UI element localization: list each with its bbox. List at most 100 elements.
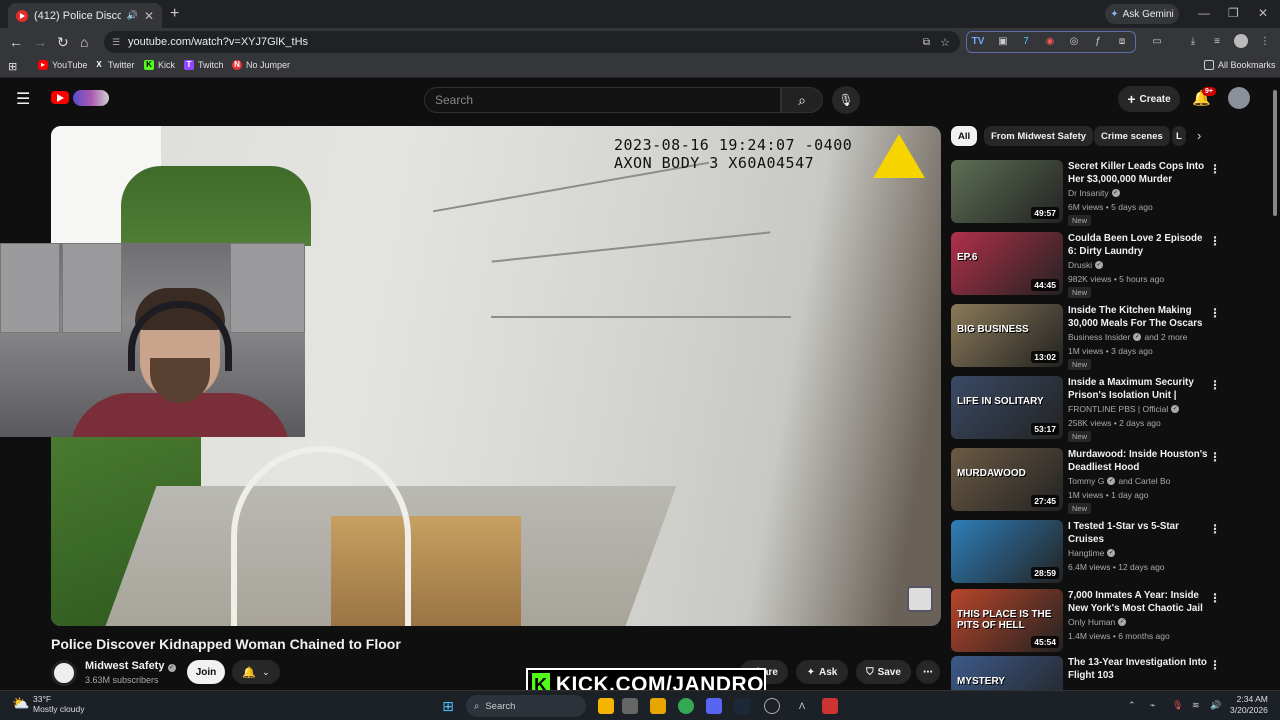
recommendation-item[interactable]: 28:59 I Tested 1-Star vs 5-Star Cruises Ha… <box>951 520 1226 584</box>
extension-7tv-icon[interactable]: 7 <box>1019 34 1033 48</box>
browser-tab[interactable]: (412) Police Discover Kidnap 🔊 ✕ <box>8 3 162 28</box>
more-options-icon[interactable]: ⋮ <box>1209 162 1221 176</box>
site-info-icon[interactable]: ☰ <box>112 37 120 48</box>
extension-tampermonkey-icon[interactable]: ◎ <box>1067 34 1081 48</box>
tab-close-button[interactable]: ✕ <box>144 9 154 23</box>
recommendation-channel[interactable]: Hangtime ✓ <box>1068 548 1116 558</box>
system-clock[interactable]: 2:34 AM 3/20/2026 <box>1230 694 1268 716</box>
more-options-icon[interactable]: ⋮ <box>1209 306 1221 320</box>
more-options-icon[interactable]: ⋮ <box>1209 234 1221 248</box>
extension-record-icon[interactable]: ◉ <box>1043 34 1057 48</box>
network-icon[interactable]: ⌁ <box>1150 700 1155 711</box>
folder-icon[interactable] <box>650 698 666 714</box>
profile-avatar-icon[interactable] <box>1234 34 1248 48</box>
channel-avatar[interactable] <box>51 660 77 686</box>
back-icon[interactable]: ← <box>9 34 23 50</box>
recommendation-item[interactable]: 49:57 Secret Killer Leads Cops Into Her $… <box>951 160 1226 226</box>
recommendation-item[interactable]: LIFE IN SOLITARY 53:17 Inside a Maximum Se… <box>951 376 1226 442</box>
windows-start-icon[interactable]: ⊞ <box>440 698 456 714</box>
create-button[interactable]: + Create <box>1118 86 1180 112</box>
recommendation-title[interactable]: I Tested 1-Star vs 5-Star Cruises <box>1068 520 1210 546</box>
bookmark-star-icon[interactable]: ☆ <box>940 36 950 49</box>
download-icon[interactable]: ⤓ <box>1186 34 1200 48</box>
wifi-icon[interactable]: ≋ <box>1192 700 1200 711</box>
page-scrollbar[interactable] <box>1272 84 1278 684</box>
voice-search-button[interactable]: 🎙 <box>832 86 860 114</box>
recommendation-item[interactable]: BIG BUSINESS 13:02 Inside The Kitchen Maki… <box>951 304 1226 370</box>
media-control-icon[interactable]: ≡ <box>1210 34 1224 48</box>
extension-translate-icon[interactable]: ▣ <box>996 34 1010 48</box>
minimize-window-button[interactable]: — <box>1198 6 1210 20</box>
more-options-icon[interactable]: ⋮ <box>1209 522 1221 536</box>
new-tab-button[interactable]: + <box>170 5 179 23</box>
video-thumbnail[interactable]: 28:59 <box>951 520 1063 583</box>
video-thumbnail[interactable]: 49:57 <box>951 160 1063 223</box>
extension-tv-icon[interactable]: TV <box>971 34 985 48</box>
scrollbar-thumb[interactable] <box>1273 90 1277 216</box>
recommendation-channel[interactable]: FRONTLINE PBS | Official ✓ <box>1068 404 1180 414</box>
file-explorer-icon[interactable] <box>598 698 614 714</box>
restore-window-button[interactable]: ❐ <box>1228 6 1239 20</box>
recommendation-title[interactable]: Inside The Kitchen Making 30,000 Meals F… <box>1068 304 1210 330</box>
recommendation-channel[interactable]: Business Insider ✓ and 2 more <box>1068 332 1187 342</box>
taskbar-search[interactable]: ⌕ Search <box>466 695 586 717</box>
more-options-icon[interactable]: ⋮ <box>1209 450 1221 464</box>
chip-all[interactable]: All <box>951 126 978 146</box>
subscribe-notification-button[interactable]: 🔔 ⌄ <box>232 660 280 684</box>
more-options-icon[interactable]: ⋮ <box>1209 378 1221 392</box>
recommendation-title[interactable]: 7,000 Inmates A Year: Inside New York's … <box>1068 589 1210 615</box>
browser-menu-icon[interactable]: ⋮ <box>1258 34 1272 48</box>
apps-grid-icon[interactable]: ⊞ <box>8 60 17 73</box>
address-bar[interactable]: ☰ youtube.com/watch?v=XYJ7GlK_tHs ⧉ ☆ <box>104 31 960 53</box>
video-thumbnail[interactable]: EP.6 44:45 <box>951 232 1063 295</box>
taskbar-app-icon[interactable] <box>622 698 638 714</box>
taskbar-app-active-icon[interactable] <box>822 698 838 714</box>
recommendation-title[interactable]: Coulda Been Love 2 Episode 6: Dirty Laun… <box>1068 232 1210 258</box>
bookmark-twitter[interactable]: X Twitter <box>94 60 134 70</box>
more-actions-button[interactable]: ⋯ <box>916 660 940 684</box>
volume-icon[interactable]: 🔊 <box>1210 700 1221 711</box>
extensions-puzzle-icon[interactable]: ⧈ <box>1115 34 1129 48</box>
recommendation-title[interactable]: Inside a Maximum Security Prison's Isola… <box>1068 376 1210 402</box>
bookmark-kick[interactable]: K Kick <box>144 60 175 70</box>
recommendation-title[interactable]: The 13-Year Investigation Into Flight 10… <box>1068 656 1210 682</box>
chip-from-channel[interactable]: From Midwest Safety <box>984 126 1094 146</box>
more-options-icon[interactable]: ⋮ <box>1209 591 1221 605</box>
search-button[interactable]: ⌕ <box>781 87 823 113</box>
screenshot-icon[interactable]: ⧉ <box>923 37 930 48</box>
home-icon[interactable]: ⌂ <box>80 34 88 50</box>
chrome-icon[interactable] <box>678 698 694 714</box>
recommendation-title[interactable]: Secret Killer Leads Cops Into Her $3,000… <box>1068 160 1210 186</box>
channel-watermark-icon[interactable] <box>907 586 933 612</box>
obs-icon[interactable] <box>764 698 780 714</box>
recommendation-channel[interactable]: Dr Insanity ✓ <box>1068 188 1120 198</box>
video-thumbnail[interactable]: BIG BUSINESS 13:02 <box>951 304 1063 367</box>
ask-button[interactable]: ✦ Ask <box>796 660 848 684</box>
recommendation-channel[interactable]: Only Human ✓ <box>1068 617 1127 627</box>
chevron-right-icon[interactable]: › <box>1197 128 1201 143</box>
video-thumbnail[interactable]: THIS PLACE IS THE PITS OF HELL 45:54 <box>951 589 1063 652</box>
recommendation-title[interactable]: Murdawood: Inside Houston's Deadliest Ho… <box>1068 448 1210 474</box>
hamburger-menu-icon[interactable]: ☰ <box>16 89 30 109</box>
save-button[interactable]: ⛉ Save <box>856 660 911 684</box>
channel-name[interactable]: Midwest Safety ✓ <box>85 660 176 672</box>
extension-f-icon[interactable]: ƒ <box>1091 34 1105 48</box>
account-avatar[interactable] <box>1228 87 1250 109</box>
video-thumbnail[interactable]: MURDAWOOD 27:45 <box>951 448 1063 511</box>
steam-icon[interactable] <box>734 698 750 714</box>
bookmark-youtube[interactable]: ▸ YouTube <box>38 60 87 70</box>
audio-icon[interactable]: 🔊 <box>127 10 138 21</box>
mic-muted-icon[interactable]: 🎙 <box>1172 700 1183 711</box>
bookmark-nojumper[interactable]: N No Jumper <box>232 60 290 70</box>
tray-chevron-icon[interactable]: ⌃ <box>1128 700 1136 711</box>
weather-icon[interactable]: ⛅ <box>12 695 29 712</box>
recommendation-channel[interactable]: Druski ✓ <box>1068 260 1104 270</box>
recommendation-item[interactable]: MURDAWOOD 27:45 Murdawood: Inside Houston'… <box>951 448 1226 514</box>
chip-partial[interactable]: L <box>1172 126 1186 146</box>
more-options-icon[interactable]: ⋮ <box>1209 658 1221 672</box>
side-panel-icon[interactable]: ▭ <box>1150 34 1164 48</box>
join-button[interactable]: Join <box>187 660 225 684</box>
chip-crime-scenes[interactable]: Crime scenes <box>1094 126 1170 146</box>
forward-icon[interactable]: → <box>33 34 47 50</box>
all-bookmarks-button[interactable]: All Bookmarks <box>1204 60 1276 70</box>
